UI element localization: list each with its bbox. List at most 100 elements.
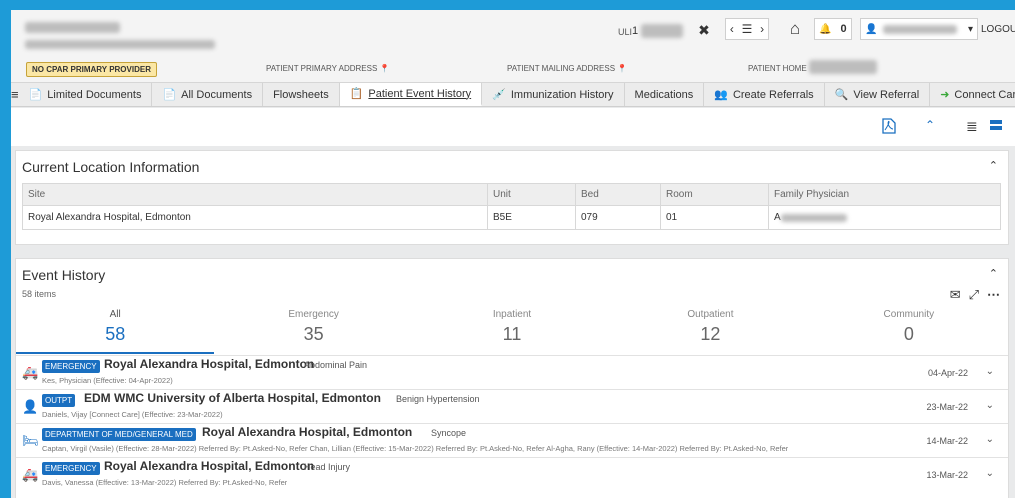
event-date: 13-Mar-22 [926, 470, 968, 480]
chevron-down-icon[interactable]: ⌄ [986, 468, 994, 479]
chevron-down-icon[interactable]: ⌄ [986, 434, 994, 445]
uli-value: 1 [632, 25, 639, 37]
category-tab-inpatient[interactable]: Inpatient 11 [413, 309, 611, 351]
document-icon: 📄 [28, 89, 43, 101]
clipboard-icon: 📋 [349, 88, 364, 100]
tab-flowsheets[interactable]: Flowsheets [263, 83, 340, 106]
chevron-down-icon[interactable]: ⌄ [986, 366, 994, 377]
bell-icon: 🔔 [819, 23, 832, 35]
bed-cell: 079 [575, 205, 661, 230]
uli-label: ULI [618, 27, 633, 37]
uli-redacted [641, 24, 683, 38]
person-icon: 👤 [22, 399, 39, 414]
tab-medications[interactable]: Medications [624, 83, 705, 106]
physician-redacted [781, 214, 847, 222]
notifications-button[interactable]: 🔔 0 [814, 18, 852, 40]
column-header: Family Physician [768, 183, 1001, 206]
map-pin-icon: 📍 [379, 64, 390, 73]
mailing-address-label[interactable]: PATIENT MAILING ADDRESS 📍 [507, 64, 627, 73]
notification-count: 0 [840, 23, 847, 35]
family-physician-cell: A [768, 205, 1001, 230]
event-detail: Captan, Virgil (Vasile) (Effective: 28-M… [42, 444, 789, 453]
compact-view-icon[interactable] [990, 118, 1002, 134]
previous-patient-icon[interactable]: ‹ [730, 22, 734, 36]
map-pin-icon: 📍 [617, 64, 628, 73]
pdf-export-icon[interactable] [882, 118, 896, 137]
event-site: EDM WMC University of Alberta Hospital, … [84, 391, 381, 405]
patient-name-redacted [25, 22, 120, 33]
user-icon: 👤 [865, 23, 878, 35]
chevron-down-icon: ▾ [967, 23, 973, 35]
category-tab-outpatient[interactable]: Outpatient 12 [611, 309, 809, 351]
event-type-badge: DEPARTMENT OF MED/GENERAL MED [42, 428, 196, 441]
collapse-icon[interactable]: ⌃ [989, 267, 998, 280]
tab-view-referral[interactable]: 🔍 View Referral [824, 83, 931, 106]
category-tab-all[interactable]: All 58 [16, 309, 215, 354]
tab-menu-icon[interactable]: ≡ [11, 83, 19, 106]
tab-all-documents[interactable]: 📄 All Documents [152, 83, 264, 106]
collapse-all-icon[interactable]: ⌃ [925, 118, 935, 132]
column-header: Site [22, 183, 488, 206]
event-type-badge: EMERGENCY [42, 462, 100, 475]
room-cell: 01 [660, 205, 769, 230]
tab-patient-event-history[interactable]: 📋 Patient Event History [339, 83, 483, 106]
app-window: ULI 1 ✖ ‹ ☰ › ⌂ 🔔 0 👤 ▾ LOGOUT NO CPAR P… [11, 10, 1015, 498]
more-options-icon[interactable]: ⋯ [987, 287, 1000, 303]
tab-connect-care[interactable]: ➜ Connect Care [930, 83, 1015, 106]
close-patient-button[interactable]: ✖ [695, 21, 713, 39]
chevron-down-icon[interactable]: ⌄ [986, 400, 994, 411]
event-site: Royal Alexandra Hospital, Edmonton [104, 357, 315, 371]
user-menu[interactable]: 👤 ▾ [860, 18, 978, 40]
column-header: Unit [487, 183, 576, 206]
event-reason: Head Injury [304, 462, 351, 472]
cpar-status-badge: NO CPAR PRIMARY PROVIDER [26, 62, 157, 77]
category-tab-community[interactable]: Community 0 [810, 309, 1008, 351]
tab-immunization-history[interactable]: 💉 Immunization History [482, 83, 625, 106]
event-category-tabs: All 58 Emergency 35 Inpatient 11 Outpati… [16, 309, 1008, 354]
event-detail: Davis, Vanessa (Effective: 13-Mar-2022) … [42, 478, 288, 487]
event-reason: Benign Hypertension [396, 394, 480, 404]
primary-address-label[interactable]: PATIENT PRIMARY ADDRESS 📍 [266, 64, 390, 73]
document-icon: 📄 [162, 89, 177, 101]
event-row[interactable]: 🚑 EMERGENCY Royal Alexandra Hospital, Ed… [16, 457, 1008, 491]
event-row[interactable]: 🚑 EMERGENCY Royal Alexandra Hospital, Ed… [16, 355, 1008, 389]
tab-bar: ≡ 📄 Limited Documents 📄 All Documents Fl… [11, 83, 1015, 107]
panel-title: Current Location Information [22, 159, 200, 175]
logout-link[interactable]: LOGOUT [981, 24, 1015, 35]
list-view-icon[interactable]: ≣ [966, 118, 978, 135]
close-icon: ✖ [698, 21, 710, 38]
email-icon[interactable]: ✉ [950, 287, 961, 303]
event-reason: Syncope [431, 428, 467, 438]
collapse-icon[interactable]: ⌃ [989, 159, 998, 172]
patient-home-redacted [809, 60, 877, 74]
patient-home-label: PATIENT HOME [748, 64, 807, 73]
event-detail: Daniels, Vijay [Connect Care] (Effective… [42, 410, 223, 419]
patient-list-icon[interactable]: ☰ [742, 22, 753, 36]
magnifier-icon: 🔍 [834, 89, 849, 101]
event-row[interactable]: 👤 OUTPT EDM WMC University of Alberta Ho… [16, 389, 1008, 423]
tab-create-referrals[interactable]: 👥 Create Referrals [704, 83, 825, 106]
event-actions: ✉ ⤢ ⋯ [950, 287, 1000, 303]
next-patient-icon[interactable]: › [760, 22, 764, 36]
expand-icon[interactable]: ⤢ [969, 287, 979, 303]
category-tab-emergency[interactable]: Emergency 35 [214, 309, 412, 351]
content-toolbar: ⌃ ≣ [11, 108, 1015, 146]
event-date: 04-Apr-22 [927, 368, 968, 378]
table-header-row: Site Unit Bed Room Family Physician [22, 183, 1001, 206]
event-row[interactable]: 🛏 DEPARTMENT OF MED/GENERAL MED Royal Al… [16, 423, 1008, 457]
event-type-badge: EMERGENCY [42, 360, 100, 373]
panel-title: Event History [22, 267, 106, 283]
column-header: Room [660, 183, 769, 206]
people-icon: 👥 [714, 89, 728, 101]
event-site: Royal Alexandra Hospital, Edmonton [202, 425, 413, 439]
event-date: 14-Mar-22 [926, 436, 968, 446]
ambulance-icon: 🚑 [22, 365, 39, 380]
tab-limited-documents[interactable]: 📄 Limited Documents [18, 83, 153, 106]
ambulance-icon: 🚑 [22, 467, 39, 482]
location-table: Site Unit Bed Room Family Physician Roya… [22, 183, 1001, 230]
home-icon: ⌂ [789, 19, 801, 38]
current-location-panel: Current Location Information ⌃ Site Unit… [15, 150, 1009, 245]
home-button[interactable]: ⌂ [784, 19, 806, 39]
unit-cell: B5E [487, 205, 576, 230]
site-cell: Royal Alexandra Hospital, Edmonton [22, 205, 488, 230]
